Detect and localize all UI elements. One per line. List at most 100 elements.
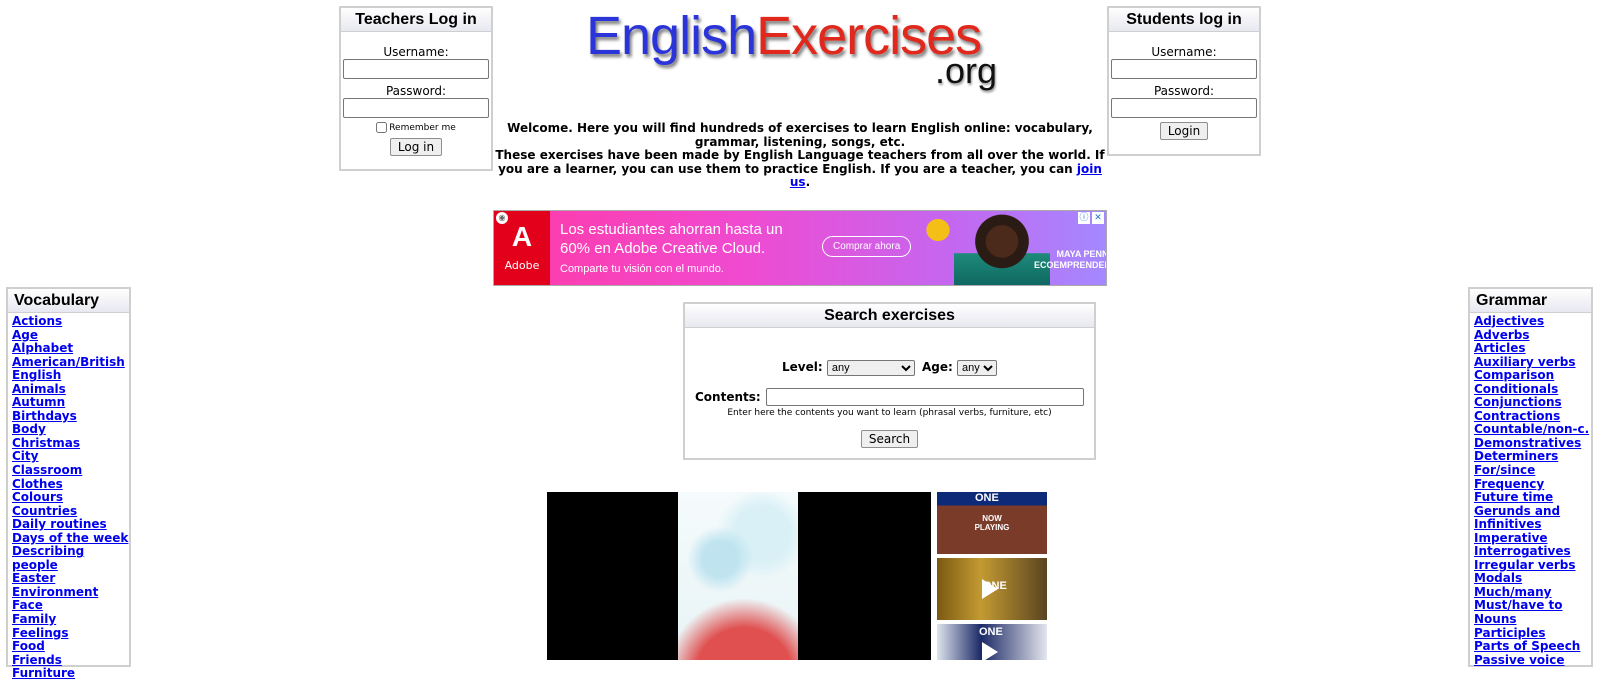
vocabulary-link[interactable]: Clothes [12,477,63,491]
vocabulary-list: Actions Age Alphabet American/British Engli… [8,313,129,681]
grammar-item: Frequency [1474,477,1591,492]
grammar-link[interactable]: Nouns [1474,612,1517,626]
vocabulary-link[interactable]: Birthdays [12,409,77,423]
vocabulary-link[interactable]: Classroom [12,463,82,477]
vocabulary-link[interactable]: Actions [12,314,62,328]
site-logo[interactable]: EnglishExercises .org [586,4,1006,104]
grammar-link[interactable]: Conditionals [1474,382,1558,396]
vocabulary-link[interactable]: City [12,449,38,464]
teachers-login-form: Username: Password: Remember me Log in [341,32,491,156]
grammar-link[interactable]: Determiners [1474,449,1558,464]
grammar-link[interactable]: Auxiliary verbs [1474,355,1576,369]
vocabulary-link[interactable]: Body [12,422,46,437]
grammar-item: Parts of Speech [1474,639,1591,654]
vocabulary-link[interactable]: Family [12,612,56,626]
vocabulary-link[interactable]: Days of the week [12,531,128,545]
teachers-username-label: Username: [383,45,449,59]
vocabulary-link[interactable]: Describing people [12,544,84,572]
vocabulary-link[interactable]: Easter [12,571,55,586]
grammar-item: Much/many [1474,585,1591,600]
grammar-link[interactable]: Modals [1474,571,1522,586]
students-login-button[interactable]: Login [1159,122,1209,140]
remember-me-checkbox[interactable] [376,122,388,133]
contents-input[interactable] [766,388,1084,406]
grammar-link[interactable]: Parts of Speech [1474,639,1580,653]
ad-cta-button[interactable]: Comprar ahora [822,236,912,257]
vocabulary-link[interactable]: Autumn [12,395,65,410]
grammar-list: Adjectives Adverbs Articles Auxiliary verbs… [1470,313,1591,667]
vocabulary-item: City [12,450,129,464]
grammar-menu: Grammar Adjectives Adverbs Articles Auxilia… [1468,287,1593,667]
teachers-password-input[interactable] [343,98,489,118]
grammar-link[interactable]: Countable/non-c. [1474,422,1589,437]
video-thumbnail-3[interactable]: ONE [937,624,1047,660]
ad-person-caption: MAYA PENN ECOEMPRENDEDORA [1034,249,1106,271]
welcome-line-2: These exercises have been made by Englis… [495,148,1105,190]
vocabulary-item: Classroom [12,463,129,478]
grammar-link[interactable]: Much/many [1474,585,1552,599]
video-player[interactable] [547,492,931,660]
students-password-label: Password: [1153,84,1215,98]
video-thumbnail-2[interactable]: ONE [937,558,1047,620]
vocabulary-link[interactable]: Feelings [12,626,69,640]
welcome-line-1: Welcome. Here you will find hundreds of … [507,121,1093,149]
vocabulary-link[interactable]: American/British English [12,355,125,383]
vocabulary-item: Autumn [12,396,129,410]
vocabulary-item: Animals [12,382,129,397]
search-exercises-box: Search exercises Level: any Age: any Con… [683,302,1096,460]
vocabulary-link[interactable]: Age [12,328,38,342]
one-logo: ONE [975,492,999,504]
vocabulary-item: Describing people [12,545,129,572]
vocabulary-link[interactable]: Christmas [12,436,80,450]
grammar-link[interactable]: Interrogatives [1474,544,1571,559]
age-select[interactable]: any [957,360,998,376]
vocabulary-item: Colours [12,490,129,505]
vocabulary-link[interactable]: Furniture [12,666,75,680]
grammar-link[interactable]: For/since [1474,463,1535,477]
vocabulary-link[interactable]: Alphabet [12,341,73,355]
grammar-link[interactable]: Imperative [1474,531,1548,545]
grammar-link[interactable]: Gerunds and Infinitives [1474,504,1560,532]
grammar-link[interactable]: Articles [1474,341,1526,355]
vocabulary-item: Face [12,599,129,613]
teachers-username-input[interactable] [343,59,489,79]
grammar-link[interactable]: Future time [1474,490,1553,504]
vocabulary-link[interactable]: Food [12,639,45,653]
grammar-item: Conjunctions [1474,396,1591,410]
vocabulary-link[interactable]: Colours [12,490,63,504]
vocabulary-link[interactable]: Daily routines [12,517,107,531]
vocabulary-item: Friends [12,653,129,668]
grammar-link[interactable]: Conjunctions [1474,395,1562,410]
remember-me[interactable]: Remember me [376,122,456,133]
grammar-link[interactable]: Irregular verbs [1474,558,1576,572]
grammar-link[interactable]: Participles [1474,626,1546,640]
teachers-login-button[interactable]: Log in [389,138,443,156]
vocabulary-link[interactable]: Animals [12,382,66,396]
welcome-text: Welcome. Here you will find hundreds of … [495,121,1105,190]
vocabulary-link[interactable]: Environment [12,585,98,599]
vocabulary-link[interactable]: Face [12,598,43,613]
students-password-input[interactable] [1111,98,1257,118]
students-username-input[interactable] [1111,59,1257,79]
vocabulary-link[interactable]: Countries [12,504,77,518]
search-button[interactable]: Search [860,430,919,448]
grammar-item: Adjectives [1474,314,1591,329]
ad-info-icon[interactable]: ⓘ [1078,212,1090,224]
grammar-item: Passive voice [1474,653,1591,668]
students-login-title: Students log in [1109,8,1259,32]
grammar-link[interactable]: Comparison [1474,368,1554,382]
grammar-link[interactable]: Must/have to [1474,598,1563,613]
grammar-link[interactable]: Demonstratives [1474,436,1581,450]
ad-close-icon[interactable]: ✕ [1092,212,1104,224]
grammar-link[interactable]: Adverbs [1474,328,1530,342]
grammar-link[interactable]: Adjectives [1474,314,1544,328]
ad-banner[interactable]: A Adobe ◉ Los estudiantes ahorran hasta … [493,210,1107,286]
adobe-logo-icon: A [511,221,533,252]
level-select[interactable]: any [826,360,915,376]
video-thumbnail-1[interactable]: ONE NOW PLAYING [937,492,1047,554]
now-playing-line-1: NOW [982,514,1002,523]
grammar-link[interactable]: Contractions [1474,409,1560,423]
vocabulary-item: Environment [12,585,129,600]
grammar-item: Adverbs [1474,328,1591,343]
grammar-link[interactable]: Frequency [1474,477,1544,491]
